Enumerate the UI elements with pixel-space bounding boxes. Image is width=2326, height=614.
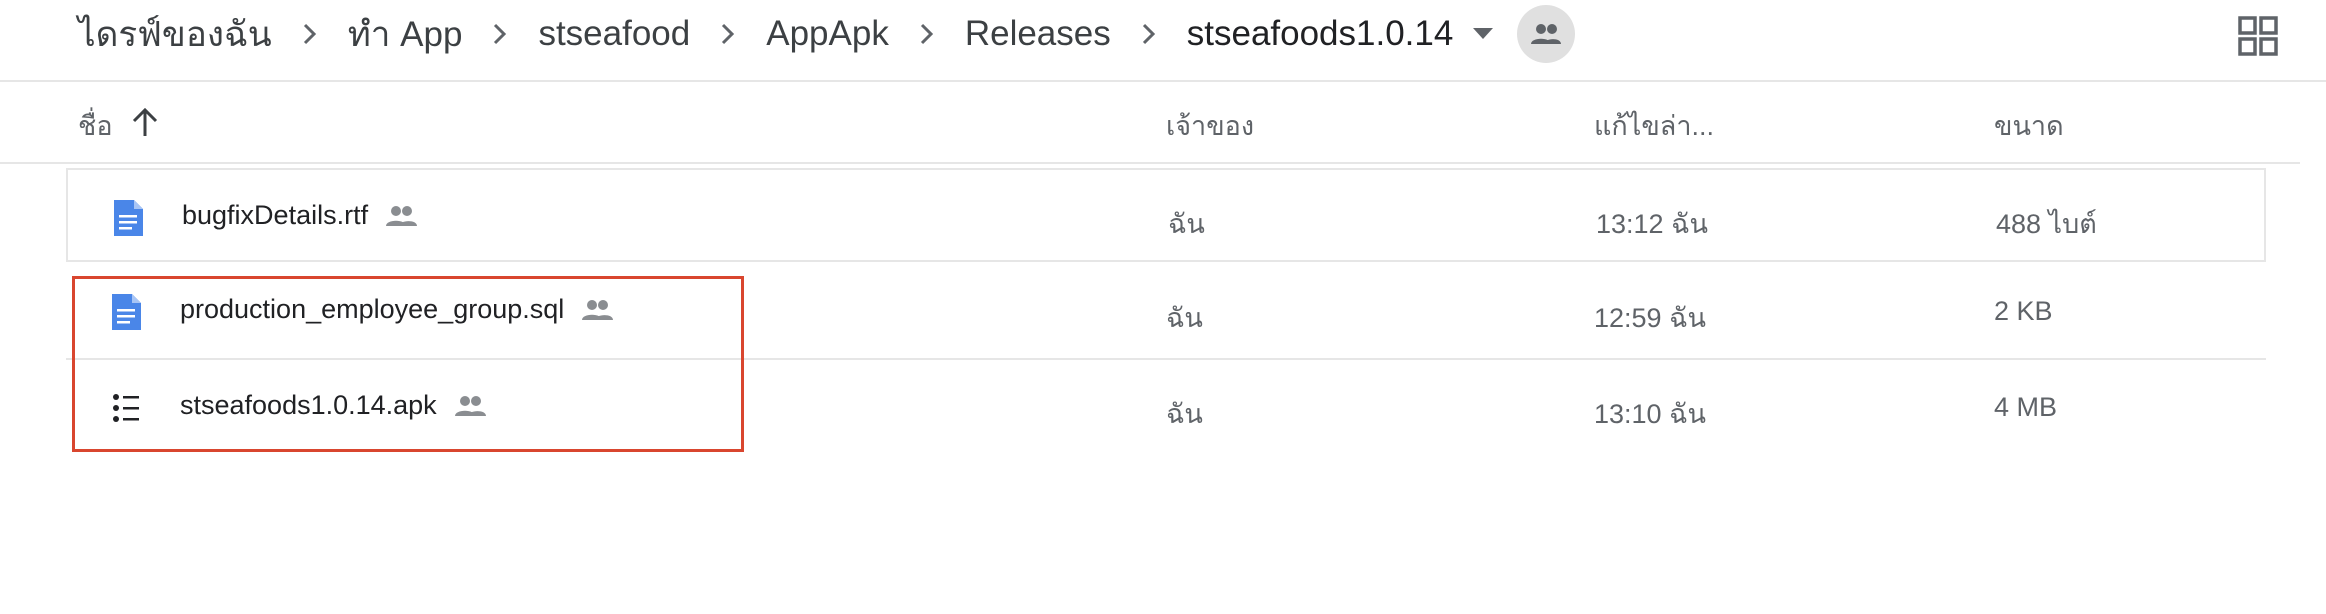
modified-cell: 12:59 ฉัน: [1594, 303, 1706, 333]
size-cell: 488 ไบต์: [1996, 209, 2097, 239]
breadcrumb-stseafood[interactable]: stseafood: [538, 14, 690, 54]
file-name: production_employee_group.sql: [180, 294, 565, 324]
column-header-modified[interactable]: แก้ไขล่า...: [1594, 104, 1714, 147]
breadcrumb-my-drive[interactable]: ไดรฟ์ของฉัน: [78, 7, 272, 62]
chevron-right-icon: [720, 22, 736, 46]
people-icon: [384, 205, 418, 227]
modified-cell: 13:12 ฉัน: [1596, 209, 1708, 239]
breadcrumb-current-folder[interactable]: stseafoods1.0.14: [1187, 14, 1454, 54]
modified-cell: 13:10 ฉัน: [1594, 399, 1706, 429]
breadcrumb-releases[interactable]: Releases: [965, 14, 1111, 54]
chevron-right-icon: [302, 22, 318, 46]
table-row[interactable]: production_employee_group.sql ฉัน 12:59 …: [66, 264, 2266, 360]
grid-view-icon[interactable]: [2238, 16, 2278, 56]
breadcrumb-appapk[interactable]: AppApk: [766, 14, 889, 54]
people-icon: [580, 299, 614, 321]
document-icon: [110, 198, 146, 238]
owner-cell: ฉัน: [1166, 399, 1203, 429]
column-header-name[interactable]: ชื่อ: [78, 104, 113, 147]
column-header-owner[interactable]: เจ้าของ: [1166, 104, 1254, 147]
chevron-right-icon: [492, 22, 508, 46]
column-header-size[interactable]: ขนาด: [1994, 104, 2064, 147]
owner-cell: ฉัน: [1168, 209, 1205, 239]
people-icon: [1531, 24, 1562, 44]
document-icon: [108, 292, 144, 332]
arrow-up-icon[interactable]: [128, 106, 162, 140]
caret-down-icon[interactable]: [1473, 28, 1494, 40]
size-cell: 2 KB: [1994, 296, 2053, 326]
size-cell: 4 MB: [1994, 392, 2058, 422]
breadcrumb: ไดรฟ์ของฉัน ทำ App stseafood AppApk Rele…: [78, 0, 1576, 68]
shared-folder-button[interactable]: [1517, 5, 1576, 63]
file-name: bugfixDetails.rtf: [182, 200, 369, 230]
list-file-icon: [108, 388, 144, 428]
toolbar-header: ไดรฟ์ของฉัน ทำ App stseafood AppApk Rele…: [0, 0, 2326, 82]
chevron-right-icon: [1141, 22, 1157, 46]
table-row[interactable]: bugfixDetails.rtf ฉัน 13:12 ฉัน 488 ไบต์: [66, 168, 2266, 262]
owner-cell: ฉัน: [1166, 303, 1203, 333]
file-name: stseafoods1.0.14.apk: [180, 390, 437, 420]
breadcrumb-tham-app[interactable]: ทำ App: [348, 7, 463, 62]
table-row[interactable]: stseafoods1.0.14.apk ฉัน 13:10 ฉัน 4 MB: [66, 360, 2266, 456]
column-header-row: ชื่อ เจ้าของ แก้ไขล่า... ขนาด: [0, 82, 2300, 164]
chevron-right-icon: [919, 22, 935, 46]
people-icon: [453, 395, 487, 417]
